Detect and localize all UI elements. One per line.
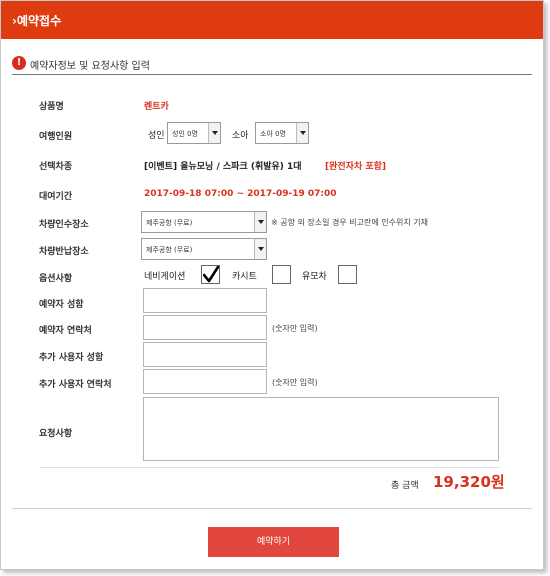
footer-divider [12,508,532,509]
vehicle-label: 선택차종 [39,162,73,172]
chevron-down-icon [296,123,308,143]
extra-name-input[interactable] [143,342,267,367]
chevron-down-icon [254,239,266,259]
child-count-select[interactable]: 소아 0명 [255,122,309,144]
period-value: 2017-09-18 07:00 ~ 2017-09-19 07:00 [144,189,337,199]
title-bar: ›예약접수 [1,1,543,39]
product-label: 상품명 [39,102,64,112]
adult-count-select[interactable]: 성인 0명 [167,122,221,144]
request-label: 요청사항 [39,429,73,439]
car-seat-checkbox[interactable] [272,265,291,284]
section-title: 예약자정보 및 요청사항 입력 [30,61,150,72]
vehicle-extra: [완전자차 포함] [325,162,387,172]
stroller-checkbox[interactable] [338,265,357,284]
adult-label: 성인 [148,131,165,141]
extra-phone-hint: (숫자만 입력) [272,378,318,387]
section-header: ! 예약자정보 및 요청사항 입력 [12,55,532,75]
navigation-option-label: 네비게이션 [144,272,186,282]
checkmark-icon [203,266,219,283]
reservation-window: ›예약접수 ! 예약자정보 및 요청사항 입력 상품명 렌트카 여행인원 성인 … [0,0,544,570]
people-label: 여행인원 [39,132,73,142]
warning-icon: ! [12,56,26,70]
vehicle-value: [이벤트] 올뉴모닝 / 스파크 (휘발유) 1대 [144,162,302,172]
name-input[interactable] [143,288,267,313]
reserve-button[interactable]: 예약하기 [208,527,339,557]
return-place-value: 제주공항 (무료) [146,246,193,254]
total-amount: 19,320원 [433,473,505,491]
pickup-place-select[interactable]: 제주공항 (무료) [141,211,267,233]
return-label: 차량반납장소 [39,247,89,257]
child-count-value: 소아 0명 [260,130,286,138]
car-seat-option-label: 카시트 [232,272,257,282]
options-label: 옵션사항 [39,274,73,284]
child-label: 소아 [232,131,249,141]
pickup-note: ※ 공항 외 장소일 경우 비고란에 인수위치 기재 [271,218,428,227]
chevron-down-icon [254,212,266,232]
total-label: 총 금액 [391,481,419,491]
chevron-down-icon [208,123,220,143]
stroller-option-label: 유모차 [302,272,327,282]
extra-name-label: 추가 사용자 성함 [39,353,104,363]
pickup-place-value: 제주공항 (무료) [146,219,193,227]
pickup-label: 차량인수장소 [39,220,89,230]
period-label: 대여기간 [39,192,73,202]
phone-hint: (숫자만 입력) [272,324,318,333]
page-title: ›예약접수 [12,14,62,28]
phone-input[interactable] [143,315,267,340]
return-place-select[interactable]: 제주공항 (무료) [141,238,267,260]
adult-count-value: 성인 0명 [172,130,198,138]
request-textarea[interactable] [143,397,499,461]
extra-phone-label: 추가 사용자 연락처 [39,380,112,390]
product-value: 렌트카 [144,102,169,112]
divider [39,467,499,468]
phone-label: 예약자 연락처 [39,326,92,336]
name-label: 예약자 성함 [39,300,84,310]
navigation-checkbox[interactable] [201,265,220,284]
extra-phone-input[interactable] [143,369,267,394]
